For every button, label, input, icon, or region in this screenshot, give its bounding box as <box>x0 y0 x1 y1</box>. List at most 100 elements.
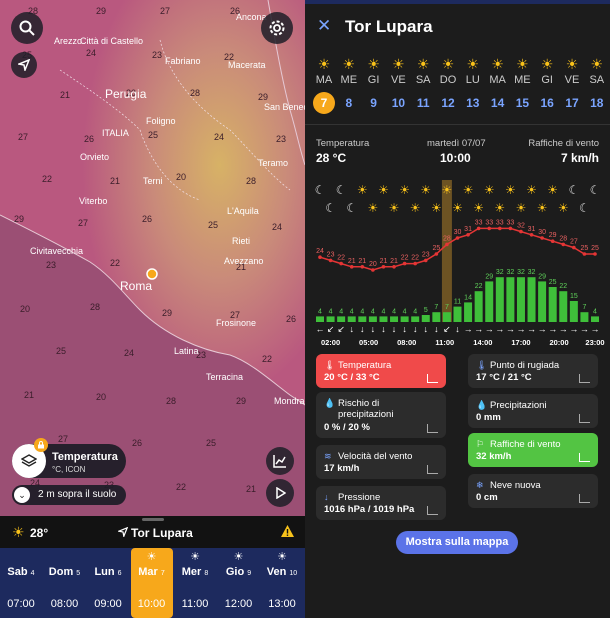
layer-selector[interactable]: Temperatura °C, ICON <box>12 438 126 478</box>
day-column-3[interactable]: ☀ VE 10 <box>386 56 410 114</box>
card-punto-di-rugiada[interactable]: 🌡 Punto di rugiada 17 °C / 21 °C <box>468 354 598 388</box>
city-label: Foligno <box>146 116 176 126</box>
map-temperature: 22 <box>262 354 272 364</box>
day-column-0[interactable]: ☀ MA 7 <box>312 56 336 114</box>
chart-icon[interactable] <box>579 494 590 503</box>
wind-direction-arrow: → <box>495 324 504 334</box>
map-temperature: 27 <box>78 218 88 228</box>
sun-icon: ☀ <box>146 551 157 563</box>
drag-handle[interactable] <box>142 518 164 521</box>
day-number: 18 <box>590 96 604 110</box>
hour-label[interactable]: 12:00 <box>218 598 260 610</box>
day-option-lun[interactable]: Lun 6 09:00 <box>87 548 129 618</box>
show-map-button[interactable]: Mostra sulla mappa <box>396 531 518 554</box>
chart-icon[interactable] <box>579 374 590 383</box>
day-column-4[interactable]: ☀ SA 11 <box>411 56 435 114</box>
day-column-11[interactable]: ☀ SA 18 <box>585 56 609 114</box>
day-option-dom[interactable]: Dom 5 08:00 <box>44 548 86 618</box>
sun-icon: ☀ <box>494 201 505 215</box>
day-option-sab[interactable]: Sab 4 07:00 <box>0 548 42 618</box>
weather-map[interactable]: 28 29 27 26 25 24 23 22 21 20 28 29 27 26 25 24 23 22 21 20… <box>0 0 305 516</box>
chart-icon[interactable] <box>427 424 438 433</box>
map-temperature: 27 <box>18 132 28 142</box>
hour-label[interactable]: 13:00 <box>261 598 303 610</box>
day-column-8[interactable]: ☀ ME 15 <box>510 56 534 114</box>
temperature-point <box>540 236 544 240</box>
height-selector[interactable]: ⌄ 2 m sopra il suolo <box>12 485 126 505</box>
temperature-point <box>455 236 460 240</box>
chart-icon[interactable] <box>579 414 590 423</box>
day-column-10[interactable]: ☀ VE 17 <box>560 56 584 114</box>
warning-icon[interactable] <box>280 524 295 538</box>
day-column-7[interactable]: ☀ MA 14 <box>486 56 510 114</box>
sun-icon: ☀ <box>233 551 244 563</box>
gust-bar <box>485 281 494 322</box>
temperature-label: 22 <box>401 255 409 262</box>
hour-label[interactable]: 10:00 <box>131 598 173 610</box>
temperature-point <box>445 242 449 247</box>
gust-label: 29 <box>538 273 546 280</box>
card-value: 20 °C / 33 °C <box>324 372 380 383</box>
temperature-point <box>519 229 523 234</box>
locate-button[interactable] <box>11 52 37 78</box>
chart-button[interactable] <box>266 447 294 475</box>
search-button[interactable] <box>11 12 43 44</box>
gust-label: 4 <box>318 308 322 315</box>
card-rischio-di-precipitazioni[interactable]: 💧 Rischio di precipitazioni 0 % / 20 % <box>316 392 446 438</box>
map-panel[interactable]: 28 29 27 26 25 24 23 22 21 20 28 29 27 26 25 24 23 22 21 20… <box>0 0 305 618</box>
day-column-6[interactable]: ☀ LU 13 <box>461 56 485 114</box>
card-pressione[interactable]: ↓ Pressione 1016 hPa / 1019 hPa <box>316 486 446 520</box>
play-button[interactable] <box>266 479 294 507</box>
wind-direction-arrow: ↓ <box>455 324 460 334</box>
gust-bar <box>379 316 388 322</box>
temperature-label: 23 <box>422 251 430 258</box>
day-column-2[interactable]: ☀ GI 9 <box>362 56 386 114</box>
hour-label[interactable]: 09:00 <box>87 598 129 610</box>
card-precipitazioni[interactable]: 💧 Precipitazioni 0 mm <box>468 394 598 428</box>
hour-label[interactable]: 07:00 <box>0 598 42 610</box>
card-temperatura[interactable]: 🌡 Temperatura 20 °C / 33 °C <box>316 354 446 388</box>
chart-icon[interactable] <box>427 506 438 515</box>
wind-direction-arrow: → <box>559 324 568 334</box>
gear-icon <box>269 20 285 36</box>
temperature-label: 24 <box>316 248 324 255</box>
card-neve-nuova[interactable]: ❄ Neve nuova 0 cm <box>468 474 598 508</box>
sun-icon: ☀ <box>368 201 379 215</box>
city-label: Latina <box>174 346 199 356</box>
day-column-5[interactable]: ☀ DO 12 <box>436 56 460 114</box>
hour-label[interactable]: 08:00 <box>44 598 86 610</box>
day-option-mer[interactable]: ☀ Mer 8 11:00 <box>174 548 216 618</box>
weekday-label: MA <box>315 74 333 86</box>
day-option-mar[interactable]: ☀ Mar 7 10:00 <box>130 548 173 618</box>
card-raffiche-di-vento[interactable]: ⚐ Raffiche di vento 32 km/h <box>468 433 598 467</box>
bottom-header[interactable]: ☀ 28° Tor Lupara <box>0 516 305 548</box>
hour-label[interactable]: 11:00 <box>174 598 216 610</box>
map-temperature: 29 <box>162 308 172 318</box>
day-name: Sab 4 <box>7 566 35 578</box>
settings-button[interactable] <box>261 12 293 44</box>
city-label: Frosinone <box>216 318 256 328</box>
summary-temp-value: 28 °C <box>316 151 347 165</box>
card-velocit-del-vento[interactable]: ≋ Velocità del vento 17 km/h <box>316 445 446 479</box>
day-name: Mar 7 <box>138 566 165 578</box>
day-column-1[interactable]: ☀ ME 8 <box>337 56 361 114</box>
day-option-ven[interactable]: ☀ Ven 10 13:00 <box>261 548 303 618</box>
gust-bar <box>368 316 377 322</box>
wind-direction-arrow: → <box>474 324 483 334</box>
chart-icon[interactable] <box>427 465 438 474</box>
moon-icon: ☾ <box>336 183 347 197</box>
map-temperature: 29 <box>258 92 268 102</box>
gust-bar <box>516 277 525 322</box>
chart-icon[interactable] <box>579 453 590 462</box>
map-temperature: 29 <box>96 6 106 16</box>
map-temperature: 27 <box>160 6 170 16</box>
current-place[interactable]: Tor Lupara <box>131 526 193 540</box>
hourly-chart[interactable]: ☾☾☾☾☀☀☀☀☀☀☀☀☀☀☀☀☀☀☀☀☀☀☀☀☾☾☾24 23 22 21 21 20 2… <box>305 176 610 348</box>
chart-icon[interactable] <box>427 374 438 383</box>
wind-direction-arrow: ↙ <box>443 324 451 334</box>
day-column-9[interactable]: ☀ GI 16 <box>535 56 559 114</box>
close-icon[interactable]: ✕ <box>317 16 331 36</box>
sun-icon: ☀ <box>277 551 287 563</box>
temperature-label: 28 <box>559 235 567 242</box>
day-option-gio[interactable]: ☀ Gio 9 12:00 <box>218 548 260 618</box>
